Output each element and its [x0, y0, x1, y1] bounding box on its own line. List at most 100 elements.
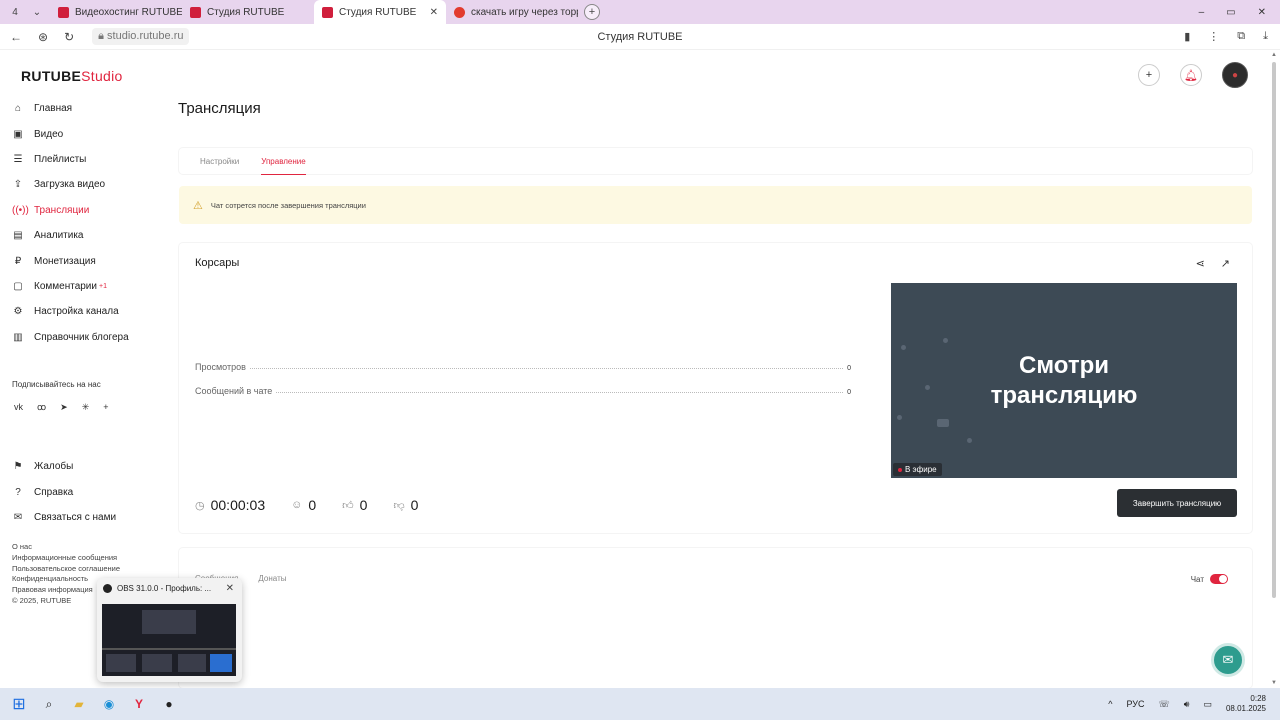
tab-counter[interactable]: 4 [6, 7, 24, 18]
dzen-icon[interactable]: ✳ [82, 402, 90, 413]
lock-icon: 🔒︎ [98, 30, 104, 42]
reload-icon[interactable]: ↻ [64, 30, 74, 44]
sidebar-item-contact[interactable]: ✉ Связаться с нами [12, 505, 152, 530]
dotted-leader [276, 392, 844, 393]
clock[interactable]: 0:28 08.01.2025 [1226, 694, 1266, 714]
page-title: Трансляция [178, 100, 261, 117]
tab-settings[interactable]: Настройки [200, 157, 239, 166]
monetization-icon: ₽ [14, 255, 22, 267]
support-chat-button[interactable]: ✉ [1211, 643, 1245, 677]
battery-icon[interactable]: ▭ [1203, 699, 1212, 710]
preview-title-text: OBS 31.0.0 - Профиль: ... [117, 584, 212, 593]
browser-tab[interactable]: Видеохостинг RUTUBE. С [50, 0, 182, 24]
network-icon[interactable]: ☏ [1159, 699, 1170, 710]
collections-icon[interactable]: ⧉ [1237, 30, 1245, 43]
close-tab-icon[interactable]: ✕ [430, 7, 438, 18]
tabs-dropdown-icon[interactable]: ⌄ [28, 7, 46, 18]
sidebar-item-playlists[interactable]: ☰ Плейлисты [12, 147, 152, 172]
url-field[interactable]: 🔒︎ studio.rutube.ru [92, 28, 190, 45]
sidebar-item-channel-settings[interactable]: ⚙ Настройка канала [12, 299, 152, 324]
back-icon[interactable]: ← [10, 30, 22, 44]
window-controls: – ▭ ✕ [1199, 7, 1280, 18]
browser-tab-active[interactable]: Студия RUTUBE ✕ [314, 0, 446, 24]
sidebar-nav: ⌂ Главная ▣ Видео ☰ Плейлисты ⇪ Загрузка… [12, 96, 152, 350]
obs-taskbar-icon[interactable]: ● [160, 695, 178, 713]
sidebar-item-label: Трансляции [34, 204, 90, 216]
stat-label: Просмотров [195, 362, 246, 372]
comments-badge: +1 [98, 282, 107, 290]
chat-switch[interactable] [1210, 574, 1228, 584]
tray-overflow-icon[interactable]: ^ [1108, 699, 1112, 709]
browser-tab[interactable]: скачать игру через торр [446, 0, 578, 24]
sidebar-item-help[interactable]: ? Справка [12, 479, 152, 504]
download-icon[interactable]: ⤓ [1263, 30, 1268, 43]
browser-tab-label: Видеохостинг RUTUBE. С [75, 6, 182, 18]
new-tab-button[interactable]: + [584, 4, 600, 20]
browser-tab[interactable]: Студия RUTUBE [182, 0, 314, 24]
yandex-browser-icon[interactable]: Y [130, 695, 148, 713]
close-window-icon[interactable]: ✕ [1258, 7, 1266, 18]
windows-start-icon[interactable]: ⊞ [10, 695, 28, 713]
sidebar-item-blogger-guide[interactable]: ▥ Справочник блогера [12, 325, 152, 350]
tab-management[interactable]: Управление [261, 157, 307, 175]
broadcast-tabs: Настройки Управление [179, 148, 1252, 175]
add-content-icon[interactable]: + [1138, 64, 1160, 86]
footer-link[interactable]: Информационные сообщения [12, 553, 120, 564]
scroll-down-icon[interactable]: ▼ [1270, 680, 1278, 686]
sidebar-item-label: Плейлисты [34, 153, 87, 165]
notifications-bell-icon[interactable]: 🔔︎ [1180, 64, 1202, 86]
bookmark-icon[interactable]: ▮ [1184, 30, 1190, 43]
vk-icon[interactable]: vk [14, 402, 23, 413]
live-dot-icon [898, 467, 902, 472]
file-explorer-icon[interactable]: ▰ [70, 695, 88, 713]
footer-link[interactable]: Пользовательское соглашение [12, 564, 120, 575]
windows-taskbar: ⊞ ⌕ ▰ ◉ Y ● ^ РУС ☏ 🔊︎ ▭ 0:28 08.01.2025 [0, 688, 1280, 720]
restore-icon[interactable]: ▭ [1226, 7, 1235, 18]
sidebar-item-video[interactable]: ▣ Видео [12, 121, 152, 146]
yandex-icon[interactable]: ⊛ [38, 30, 48, 44]
browser-tab-label: Студия RUTUBE [339, 6, 417, 18]
duration-counter: ◷ 00:00:03 [195, 497, 265, 513]
stream-actions: ⋖ ↗ [1196, 257, 1230, 270]
footer-link[interactable]: О нас [12, 542, 120, 553]
sidebar-item-monetization[interactable]: ₽ Монетизация [12, 248, 152, 273]
sidebar-item-home[interactable]: ⌂ Главная [12, 96, 152, 121]
avatar[interactable]: ● [1222, 62, 1248, 88]
minimize-icon[interactable]: – [1199, 7, 1205, 18]
close-preview-icon[interactable]: ✕ [226, 583, 234, 594]
scroll-up-icon[interactable]: ▲ [1270, 52, 1278, 58]
stream-preview[interactable]: Смотри трансляцию В эфире [891, 283, 1237, 478]
sidebar-item-broadcasts[interactable]: ((•)) Трансляции [12, 198, 152, 223]
telegram-icon[interactable]: ➤ [60, 402, 68, 413]
tab-donations[interactable]: Донаты [258, 574, 286, 583]
dotted-leader [249, 368, 844, 369]
sidebar-item-comments[interactable]: ▢ Комментарии +1 [12, 274, 152, 299]
rutube-favicon-icon [322, 6, 333, 18]
share-icon[interactable]: ⋖ [1196, 257, 1205, 270]
chat-bubble-icon: ✉ [1222, 652, 1234, 667]
analytics-icon: ▤ [13, 230, 23, 242]
scroll-thumb[interactable] [1272, 62, 1276, 598]
volume-icon[interactable]: 🔊︎ [1184, 699, 1190, 710]
playlist-icon: ☰ [13, 153, 23, 165]
taskbar-window-preview[interactable]: OBS 31.0.0 - Профиль: ... ✕ [97, 578, 242, 682]
open-external-icon[interactable]: ↗ [1221, 257, 1230, 270]
rutube-studio-logo[interactable]: RUTUBEStudio [21, 68, 123, 84]
more-socials-icon[interactable]: + [103, 402, 108, 413]
ok-icon[interactable]: ꝏ [37, 402, 46, 413]
sidebar-item-label: Жалобы [34, 461, 74, 473]
sidebar-item-label: Связаться с нами [34, 511, 117, 523]
clock-icon: ◷ [195, 499, 205, 512]
home-icon: ⌂ [14, 103, 22, 115]
search-icon[interactable]: ⌕ [40, 695, 58, 713]
preview-text-line: Смотри [1019, 352, 1109, 379]
edge-browser-icon[interactable]: ◉ [100, 695, 118, 713]
language-indicator[interactable]: РУС [1126, 699, 1144, 709]
sidebar-item-complaints[interactable]: ⚑ Жалобы [12, 454, 152, 479]
menu-dots-icon[interactable]: ⋮ [1208, 30, 1219, 43]
page-scrollbar[interactable]: ▲ ▼ [1270, 50, 1278, 688]
thumbs-up-icon: 👍︎ [342, 499, 354, 512]
end-broadcast-button[interactable]: Завершить трансляцию [1117, 489, 1237, 517]
sidebar-item-upload[interactable]: ⇪ Загрузка видео [12, 172, 152, 197]
sidebar-item-analytics[interactable]: ▤ Аналитика [12, 223, 152, 248]
